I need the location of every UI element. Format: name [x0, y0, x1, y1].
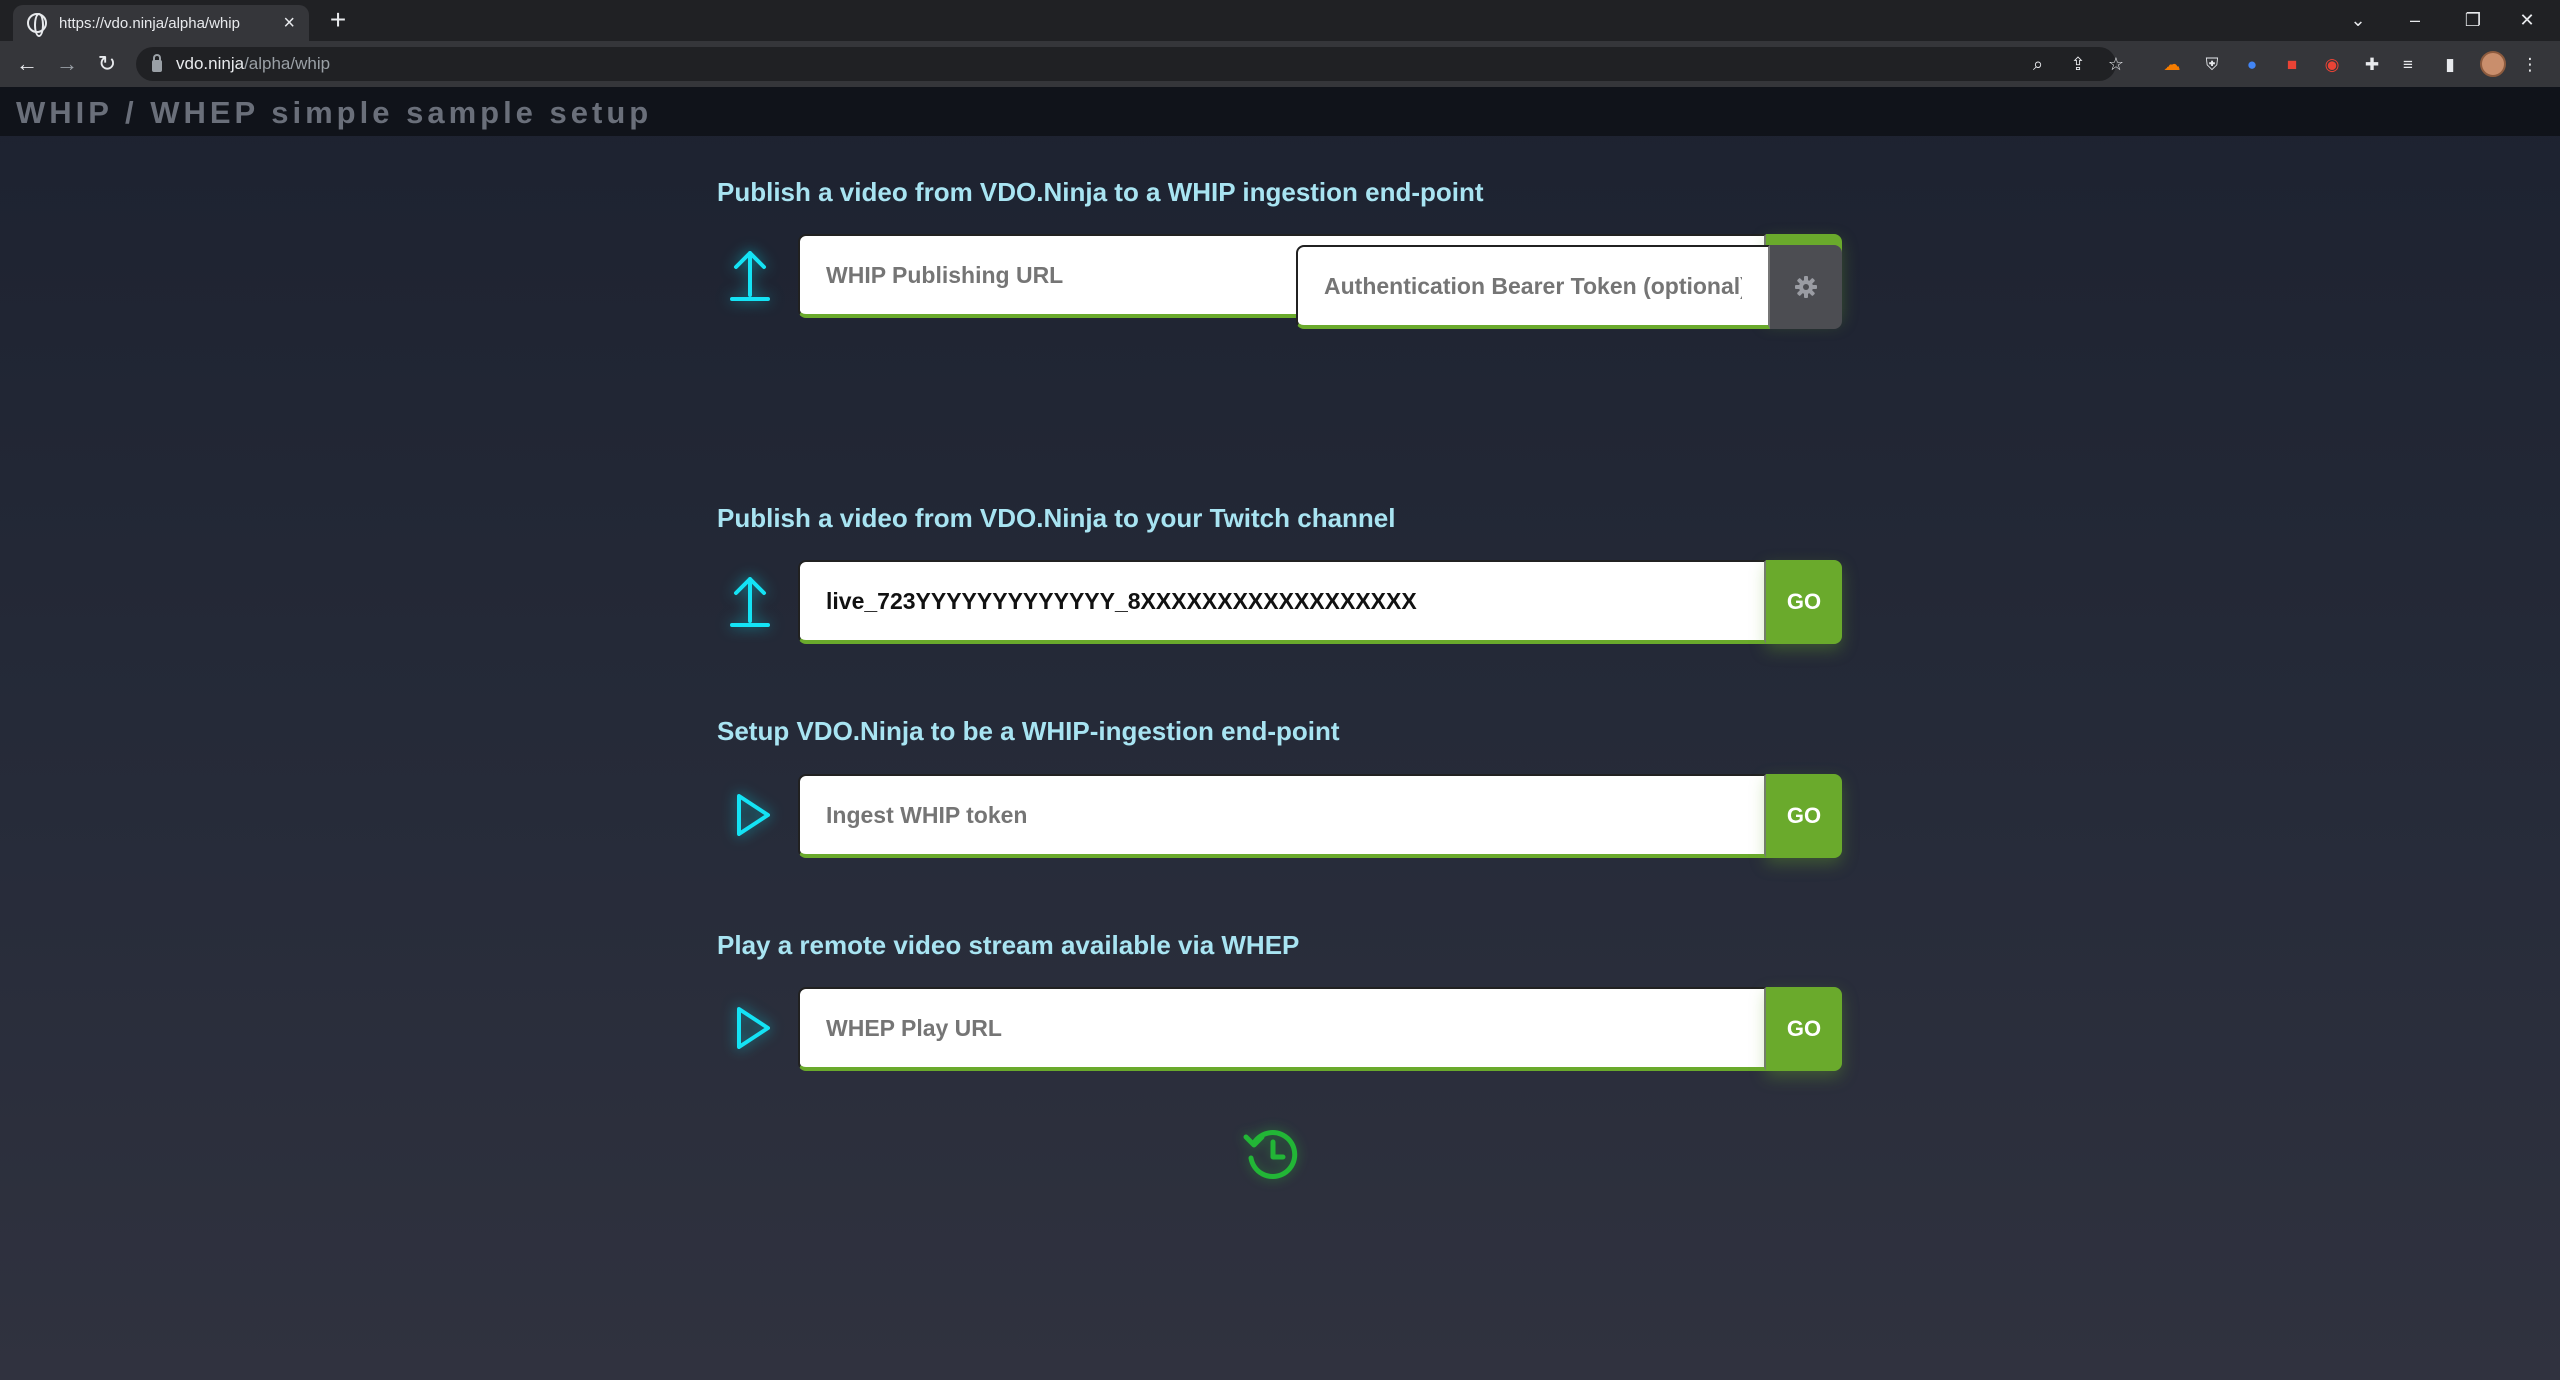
bookmark-star-icon[interactable]: ☆	[2104, 52, 2128, 76]
upload-arrow-icon	[722, 245, 778, 307]
whep-play-url-input[interactable]	[798, 987, 1766, 1071]
gear-icon	[1795, 276, 1817, 298]
bearer-token-input[interactable]	[1296, 245, 1770, 329]
media-queue-icon[interactable]: ≡	[2396, 53, 2420, 77]
close-window-button[interactable]: ✕	[2512, 6, 2542, 34]
shield-extension-icon[interactable]: ⛨	[2200, 53, 2224, 77]
restore-button[interactable]: ❐	[2458, 6, 2488, 34]
record-extension-icon[interactable]: ◉	[2320, 53, 2344, 77]
twitch-go-button[interactable]: GO	[1766, 560, 1842, 644]
whep-go-button[interactable]: GO	[1766, 987, 1842, 1071]
tab-search-dropdown-icon[interactable]: ⌄	[2343, 6, 2373, 34]
ingest-whip-token-input[interactable]	[798, 774, 1766, 858]
section-title-whip-publish: Publish a video from VDO.Ninja to a WHIP…	[717, 177, 1484, 207]
address-bar[interactable]: vdo.ninja/alpha/whip ⌕ ⇪ ☆	[136, 47, 2124, 81]
puzzle-extensions-icon[interactable]: ✚	[2360, 53, 2384, 77]
browser-tabstrip: https://vdo.ninja/alpha/whip × + ⌄ – ❐ ✕	[0, 0, 2560, 41]
lock-icon	[152, 53, 162, 72]
token-settings-button[interactable]	[1770, 245, 1842, 329]
play-icon	[722, 784, 778, 846]
forward-arrow-icon[interactable]: →	[52, 49, 82, 79]
globe-icon	[27, 13, 47, 37]
profile-avatar[interactable]	[2480, 51, 2506, 77]
browser-tab[interactable]: https://vdo.ninja/alpha/whip ×	[13, 5, 309, 41]
zoom-icon[interactable]: ⌕	[2026, 52, 2050, 76]
back-arrow-icon[interactable]: ←	[12, 49, 42, 79]
twitch-stream-key-input[interactable]	[798, 560, 1766, 644]
upload-arrow-icon	[722, 571, 778, 633]
page-title: WHIP / WHEP simple sample setup	[16, 95, 653, 130]
tab-close-icon[interactable]: ×	[283, 13, 295, 33]
history-icon[interactable]	[1241, 1124, 1303, 1186]
page-header: WHIP / WHEP simple sample setup	[0, 87, 2560, 136]
new-tab-button[interactable]: +	[323, 6, 353, 36]
section-title-whep-play: Play a remote video stream available via…	[717, 930, 1300, 960]
cloud-extension-icon[interactable]: ☁	[2160, 53, 2184, 77]
share-icon[interactable]: ⇪	[2066, 52, 2090, 76]
section-title-whip-ingest: Setup VDO.Ninja to be a WHIP-ingestion e…	[717, 716, 1340, 746]
reload-icon[interactable]: ↻	[92, 49, 122, 79]
play-icon	[722, 997, 778, 1059]
ingest-go-button[interactable]: GO	[1766, 774, 1842, 858]
blue-extension-icon[interactable]: ●	[2240, 53, 2264, 77]
section-title-twitch: Publish a video from VDO.Ninja to your T…	[717, 503, 1396, 533]
red-extension-icon[interactable]: ■	[2280, 53, 2304, 77]
side-panel-icon[interactable]: ▮	[2438, 53, 2462, 77]
menu-kebab-icon[interactable]: ⋮	[2518, 53, 2542, 77]
url-path: /alpha/whip	[244, 54, 331, 73]
minimize-button[interactable]: –	[2400, 6, 2430, 34]
url-host: vdo.ninja	[176, 54, 245, 73]
tab-title: https://vdo.ninja/alpha/whip	[59, 14, 240, 32]
browser-toolbar: ← → ↻ vdo.ninja/alpha/whip ⌕ ⇪ ☆ ☁ ⛨ ● ■…	[0, 41, 2560, 87]
